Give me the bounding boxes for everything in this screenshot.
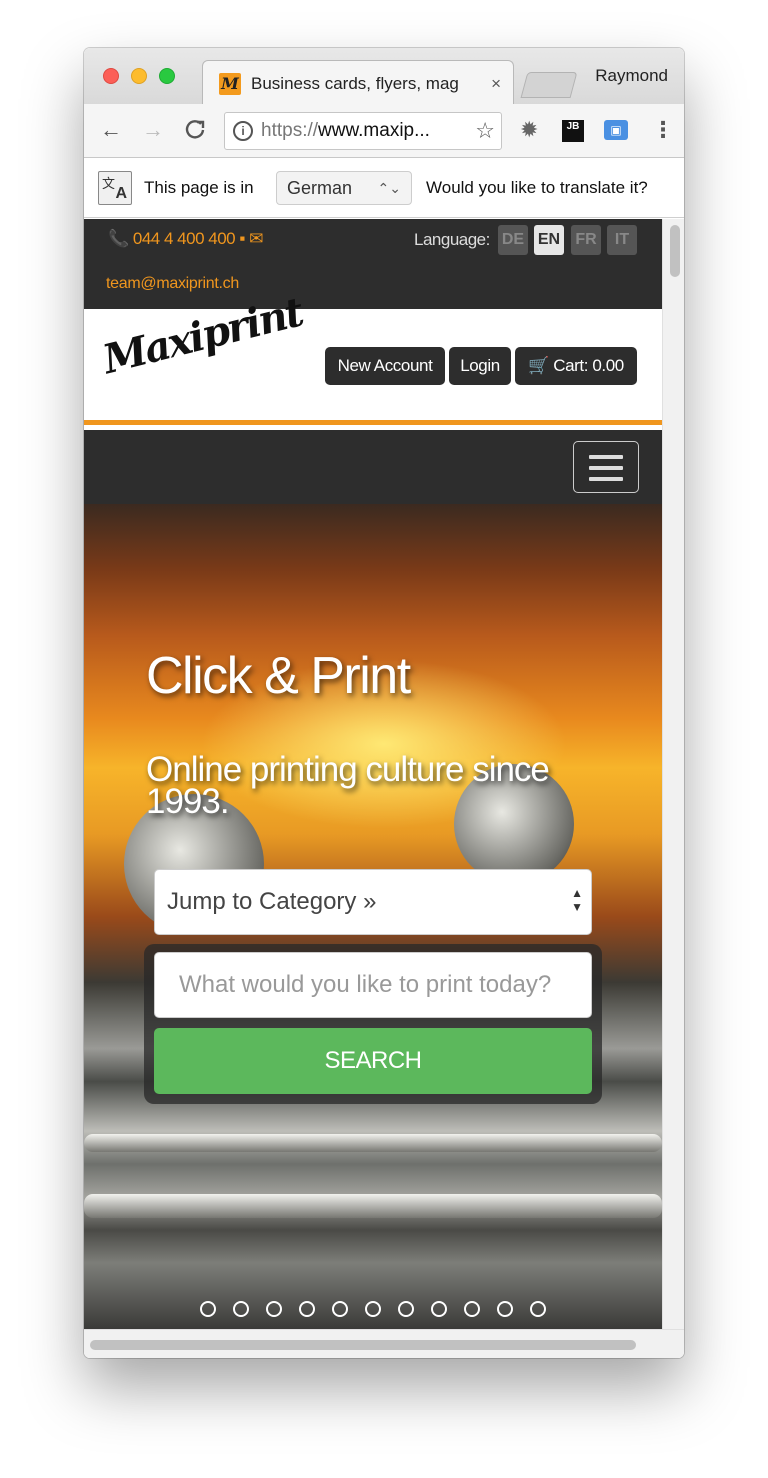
press-bar-image bbox=[84, 1134, 662, 1152]
lang-fr-button[interactable]: FR bbox=[571, 225, 601, 255]
back-arrow-icon[interactable]: ← bbox=[100, 118, 122, 142]
close-window-button[interactable] bbox=[103, 68, 119, 84]
title-bar: M Business cards, flyers, mag × Raymond bbox=[84, 48, 684, 104]
info-icon[interactable]: i bbox=[233, 121, 253, 141]
profile-name[interactable]: Raymond bbox=[595, 66, 668, 86]
search-button[interactable]: SEARCH bbox=[154, 1028, 592, 1094]
hero-banner: Click & Print Online printing culture si… bbox=[84, 504, 662, 1329]
lang-en-button[interactable]: EN bbox=[534, 225, 564, 255]
carousel-dot[interactable] bbox=[398, 1301, 414, 1317]
address-bar[interactable]: i https://www.maxip... ☆ bbox=[224, 112, 502, 150]
new-tab-button[interactable] bbox=[520, 72, 578, 98]
contact-bar: 📞 044 4 400 400 ▪ ✉ team@maxiprint.ch La… bbox=[84, 219, 662, 309]
hamburger-menu-icon[interactable] bbox=[573, 441, 639, 493]
maximize-window-button[interactable] bbox=[159, 68, 175, 84]
carousel-dot[interactable] bbox=[365, 1301, 381, 1317]
phone-link[interactable]: 📞 044 4 400 400 ▪ ✉ bbox=[108, 229, 263, 249]
favicon-icon: M bbox=[219, 73, 241, 95]
email-link[interactable]: team@maxiprint.ch bbox=[106, 275, 239, 293]
tab-title: Business cards, flyers, mag bbox=[251, 74, 459, 93]
translate-prefix: This page is in bbox=[144, 178, 254, 197]
carousel-dot[interactable] bbox=[530, 1301, 546, 1317]
cart-button[interactable]: 🛒 Cart: 0.00 bbox=[515, 347, 637, 385]
hero-title: Click & Print bbox=[146, 647, 411, 705]
browser-toolbar: ← → i https://www.maxip... ☆ ✹ JB ▣ ⋮ bbox=[84, 104, 684, 158]
tab-close-icon[interactable]: × bbox=[491, 73, 501, 95]
carousel-dot[interactable] bbox=[233, 1301, 249, 1317]
url-text: https://www.maxip... bbox=[261, 120, 430, 141]
jetbrains-extension-icon[interactable]: JB bbox=[562, 120, 584, 142]
horizontal-scrollbar[interactable] bbox=[84, 1329, 684, 1358]
carousel-dot[interactable] bbox=[299, 1301, 315, 1317]
login-button[interactable]: Login bbox=[449, 347, 511, 385]
forward-arrow-icon[interactable]: → bbox=[142, 118, 164, 142]
press-bar-image bbox=[84, 1194, 662, 1218]
category-select[interactable]: Jump to Category » ▲ ▼ bbox=[154, 869, 592, 935]
site-header: Maxiprint New Account Login 🛒 Cart: 0.00 bbox=[84, 289, 662, 425]
reload-icon[interactable] bbox=[184, 118, 206, 145]
carousel-dot[interactable] bbox=[497, 1301, 513, 1317]
hero-subtitle: Online printing culture since 1993. bbox=[146, 750, 550, 821]
browser-window: M Business cards, flyers, mag × Raymond … bbox=[84, 48, 684, 1358]
select-arrows-icon: ⌃⌄ bbox=[377, 180, 401, 196]
browser-menu-icon[interactable]: ⋮ bbox=[652, 118, 674, 142]
carousel-dot[interactable] bbox=[431, 1301, 447, 1317]
carousel-dot[interactable] bbox=[266, 1301, 282, 1317]
translate-bar: 文A This page is in German ⌃⌄ Would you li… bbox=[84, 159, 684, 218]
search-input[interactable]: What would you like to print today? bbox=[154, 952, 592, 1018]
source-language-select[interactable]: German ⌃⌄ bbox=[276, 171, 412, 205]
page-viewport: 📞 044 4 400 400 ▪ ✉ team@maxiprint.ch La… bbox=[84, 219, 662, 1329]
minimize-window-button[interactable] bbox=[131, 68, 147, 84]
carousel-dot[interactable] bbox=[464, 1301, 480, 1317]
new-account-button[interactable]: New Account bbox=[325, 347, 445, 385]
carousel-dot[interactable] bbox=[200, 1301, 216, 1317]
language-label: Language: bbox=[414, 230, 490, 249]
tag-extension-icon[interactable]: ▣ bbox=[604, 120, 628, 140]
browser-tab[interactable]: M Business cards, flyers, mag × bbox=[202, 60, 514, 104]
bookmark-star-icon[interactable]: ☆ bbox=[475, 117, 495, 145]
carousel-dot[interactable] bbox=[332, 1301, 348, 1317]
select-arrows-icon: ▲ ▼ bbox=[571, 886, 583, 914]
lang-de-button[interactable]: DE bbox=[498, 225, 528, 255]
vertical-scrollbar[interactable] bbox=[662, 219, 684, 1329]
translate-question[interactable]: Would you like to translate it? bbox=[426, 177, 648, 199]
extension-gear-icon[interactable]: ✹ bbox=[520, 118, 538, 142]
main-navbar bbox=[84, 430, 662, 504]
translate-icon: 文A bbox=[98, 171, 132, 205]
lang-it-button[interactable]: IT bbox=[607, 225, 637, 255]
